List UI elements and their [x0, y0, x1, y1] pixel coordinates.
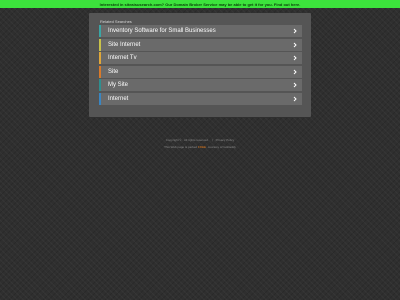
chevron-right-icon [293, 28, 297, 34]
free-parking-link[interactable]: FREE [198, 145, 206, 149]
related-search-item-site[interactable]: Site [99, 65, 302, 78]
chevron-right-icon [293, 55, 297, 61]
related-search-label: Internet [108, 95, 129, 102]
related-search-label: Internet Tv [108, 55, 137, 62]
related-search-label: My Site [108, 82, 129, 89]
related-search-item-internet-tv[interactable]: Internet Tv [99, 52, 302, 65]
privacy-policy-link[interactable]: Privacy Policy [216, 138, 235, 142]
chevron-right-icon [293, 69, 297, 75]
footer-separator: | [211, 138, 213, 142]
accent-bar [99, 52, 101, 65]
accent-bar [99, 38, 101, 51]
related-searches-list: Inventory Software for Small Businesses … [99, 25, 302, 107]
accent-bar [99, 25, 101, 37]
related-search-item-my-site[interactable]: My Site [99, 79, 302, 92]
related-search-item-site-internet[interactable]: Site Internet [99, 38, 302, 51]
related-search-label: Inventory Software for Small Businesses [108, 28, 216, 34]
banner-text[interactable]: Interested in siteaisusearch.com? Our Do… [100, 2, 301, 7]
footer-copyright-line: Copyright © . All rights reserved. | Priva… [0, 138, 400, 142]
related-search-label: Site [108, 68, 119, 75]
accent-bar [99, 92, 101, 105]
panel-title: Related Searches [100, 19, 132, 24]
related-searches-panel: Related Searches Inventory Software for … [89, 13, 311, 117]
related-search-item-inventory-software[interactable]: Inventory Software for Small Businesses [99, 25, 302, 37]
domain-broker-banner[interactable]: Interested in siteaisusearch.com? Our Do… [0, 0, 400, 8]
related-search-label: Site Internet [108, 41, 141, 48]
parked-prefix-text: This Web page is parked [164, 145, 198, 149]
copyright-text: Copyright © . All rights reserved. [165, 138, 209, 142]
accent-bar [99, 65, 101, 78]
related-search-item-internet[interactable]: Internet [99, 92, 302, 105]
parked-suffix-text: , courtesy of GoDaddy [206, 145, 236, 149]
accent-bar [99, 79, 101, 92]
footer-parked-line: This Web page is parked FREE, courtesy o… [0, 145, 400, 149]
chevron-right-icon [293, 83, 297, 88]
chevron-right-icon [293, 42, 297, 47]
chevron-right-icon [293, 96, 297, 102]
